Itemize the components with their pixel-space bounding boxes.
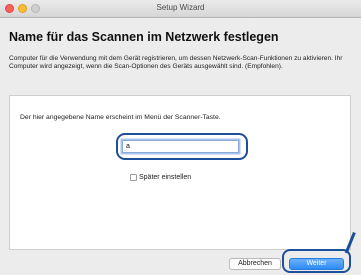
instruction-text: Der hier angegebene Name erscheint im Me… bbox=[20, 114, 221, 121]
later-checkbox[interactable] bbox=[130, 174, 137, 182]
content-panel: Der hier angegebene Name erscheint im Me… bbox=[9, 95, 351, 250]
window-title: Setup Wizard bbox=[156, 3, 205, 12]
later-checkbox-label[interactable]: Später einstellen bbox=[139, 174, 191, 181]
setup-wizard-window: Setup Wizard Name für das Scannen im Net… bbox=[0, 0, 361, 275]
page-title: Name für das Scannen im Netzwerk festleg… bbox=[9, 30, 279, 44]
cancel-button[interactable]: Abbrechen bbox=[229, 258, 281, 270]
next-highlight-outline bbox=[282, 249, 351, 273]
title-bar: Setup Wizard bbox=[0, 0, 361, 18]
later-checkbox-row[interactable]: Später einstellen bbox=[130, 169, 191, 182]
page-description: Computer für die Verwendung mit dem Gerä… bbox=[9, 55, 343, 71]
input-highlight-outline bbox=[116, 133, 248, 160]
